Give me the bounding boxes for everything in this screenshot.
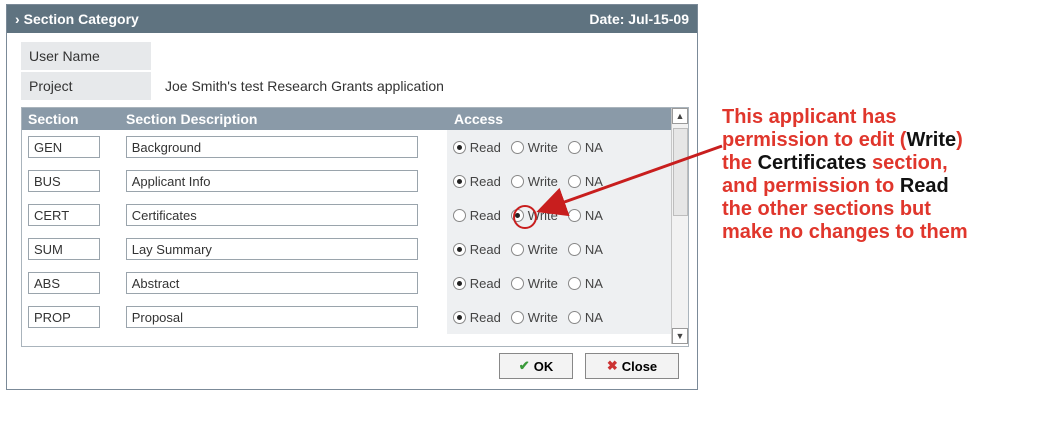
- annotation-text: This applicant has permission to edit (W…: [722, 106, 968, 243]
